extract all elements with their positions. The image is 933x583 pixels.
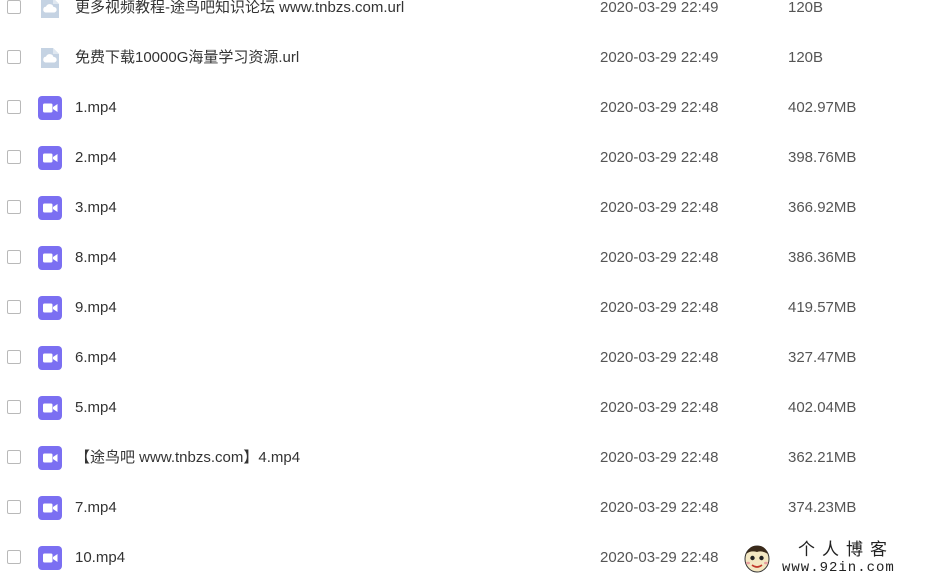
video-file-icon [38,446,62,470]
file-row[interactable]: 6.mp4 2020-03-29 22:48 327.47MB [0,333,933,383]
file-modified-date: 2020-03-29 22:48 [600,199,719,216]
file-modified-date: 2020-03-29 22:48 [600,399,719,416]
file-modified-date: 2020-03-29 22:48 [600,499,719,516]
file-name[interactable]: 免费下载10000G海量学习资源.url [75,49,299,67]
file-modified-date: 2020-03-29 22:49 [600,49,719,66]
file-row[interactable]: 9.mp4 2020-03-29 22:48 419.57MB [0,283,933,333]
row-checkbox[interactable] [7,550,21,564]
file-size: 120B [788,49,824,66]
row-checkbox[interactable] [7,100,21,114]
file-name[interactable]: 【途鸟吧 www.tnbzs.com】4.mp4 [75,449,300,467]
file-size: 366.92MB [788,199,857,216]
file-modified-date: 2020-03-29 22:48 [600,249,719,266]
video-file-icon [38,296,62,320]
video-file-icon [38,546,62,570]
mascot-logo-icon [744,545,770,573]
file-modified-date: 2020-03-29 22:48 [600,99,719,116]
row-checkbox[interactable] [7,250,21,264]
file-name[interactable]: 1.mp4 [75,99,117,117]
file-row[interactable]: 更多视频教程-途鸟吧知识论坛 www.tnbzs.com.url 2020-03-… [0,0,933,33]
file-name[interactable]: 8.mp4 [75,249,117,267]
row-checkbox[interactable] [7,450,21,464]
file-list: 更多视频教程-途鸟吧知识论坛 www.tnbzs.com.url 2020-03-… [0,0,933,583]
file-row[interactable]: 1.mp4 2020-03-29 22:48 402.97MB [0,83,933,133]
file-modified-date: 2020-03-29 22:48 [600,549,719,566]
file-name[interactable]: 10.mp4 [75,549,125,567]
video-file-icon [38,496,62,520]
row-checkbox[interactable] [7,400,21,414]
video-file-icon [38,146,62,170]
file-row[interactable]: 免费下载10000G海量学习资源.url 2020-03-29 22:49 120B [0,33,933,83]
file-modified-date: 2020-03-29 22:48 [600,149,719,166]
file-row[interactable]: 【途鸟吧 www.tnbzs.com】4.mp4 2020-03-29 22:48… [0,433,933,483]
file-row[interactable]: 7.mp4 2020-03-29 22:48 374.23MB [0,483,933,533]
file-row[interactable]: 5.mp4 2020-03-29 22:48 402.04MB [0,383,933,433]
file-size: 402.97MB [788,99,857,116]
row-checkbox[interactable] [7,300,21,314]
row-checkbox[interactable] [7,50,21,64]
watermark-url: www.92in.com [782,560,895,576]
video-file-icon [38,396,62,420]
watermark-title: 个人博客 [798,540,894,560]
file-size: 362.21MB [788,449,857,466]
file-row[interactable]: 3.mp4 2020-03-29 22:48 366.92MB [0,183,933,233]
file-name[interactable]: 3.mp4 [75,199,117,217]
file-name[interactable]: 7.mp4 [75,499,117,517]
row-checkbox[interactable] [7,150,21,164]
file-name[interactable]: 9.mp4 [75,299,117,317]
blog-watermark: 个人博客 www.92in.com [742,540,928,578]
row-checkbox[interactable] [7,0,21,14]
video-file-icon [38,246,62,270]
row-checkbox[interactable] [7,500,21,514]
cloud-link-icon [38,46,62,70]
row-checkbox[interactable] [7,350,21,364]
file-name[interactable]: 5.mp4 [75,399,117,417]
file-row[interactable]: 2.mp4 2020-03-29 22:48 398.76MB [0,133,933,183]
file-size: 419.57MB [788,299,857,316]
file-modified-date: 2020-03-29 22:49 [600,0,719,16]
file-size: 386.36MB [788,249,857,266]
video-file-icon [38,346,62,370]
video-file-icon [38,196,62,220]
file-name[interactable]: 更多视频教程-途鸟吧知识论坛 www.tnbzs.com.url [75,0,404,17]
file-size: 120B [788,0,824,16]
row-checkbox[interactable] [7,200,21,214]
file-size: 402.04MB [788,399,857,416]
cloud-link-icon [38,0,62,20]
file-name[interactable]: 6.mp4 [75,349,117,367]
file-name[interactable]: 2.mp4 [75,149,117,167]
file-size: 374.23MB [788,499,857,516]
file-modified-date: 2020-03-29 22:48 [600,349,719,366]
file-size: 327.47MB [788,349,857,366]
file-row[interactable]: 8.mp4 2020-03-29 22:48 386.36MB [0,233,933,283]
file-modified-date: 2020-03-29 22:48 [600,299,719,316]
file-modified-date: 2020-03-29 22:48 [600,449,719,466]
video-file-icon [38,96,62,120]
file-size: 398.76MB [788,149,857,166]
